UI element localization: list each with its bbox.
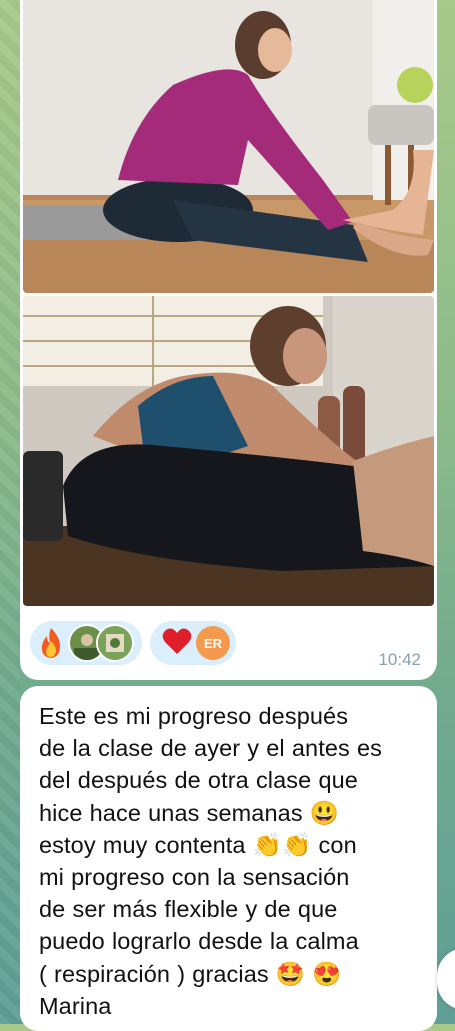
scroll-down-button[interactable] [437, 948, 455, 1010]
message-line: Este es mi progreso después [39, 703, 349, 729]
photo-after-stretch[interactable] [23, 0, 434, 293]
message-line: de ser más flexible y de que [39, 896, 338, 923]
message-line: mi progreso con la sensación [39, 864, 350, 891]
message-line: estoy muy contenta 👏👏 con [39, 831, 357, 858]
message-timestamp: 10:42 [378, 650, 421, 669]
message-line: del después de otra clase que [39, 767, 358, 794]
message-line: ( respiración ) gracias 🤩 😍 [39, 960, 342, 987]
reactions-row: ER [30, 621, 236, 665]
photo-before-stretch[interactable] [23, 296, 434, 606]
text-message-bubble[interactable]: Este es mi progreso después de la clase … [20, 686, 437, 1031]
fire-reaction[interactable] [30, 621, 142, 665]
avatar[interactable] [96, 624, 134, 662]
heart-reaction[interactable]: ER [150, 621, 236, 665]
chat-wallpaper [0, 0, 20, 1024]
message-line: puedo lograrlo desde la calma [39, 928, 359, 955]
message-text: Este es mi progreso después de la clase … [39, 700, 419, 1022]
avatar[interactable]: ER [196, 626, 230, 660]
message-line: Marina [39, 992, 112, 1019]
photo-message-bubble[interactable]: ER 10:42 [20, 0, 437, 680]
heart-icon [162, 627, 192, 660]
message-line: de la clase de ayer y el antes es [39, 735, 383, 762]
message-line: hice hace unas semanas 😃 [39, 799, 340, 826]
fire-icon [38, 627, 64, 659]
